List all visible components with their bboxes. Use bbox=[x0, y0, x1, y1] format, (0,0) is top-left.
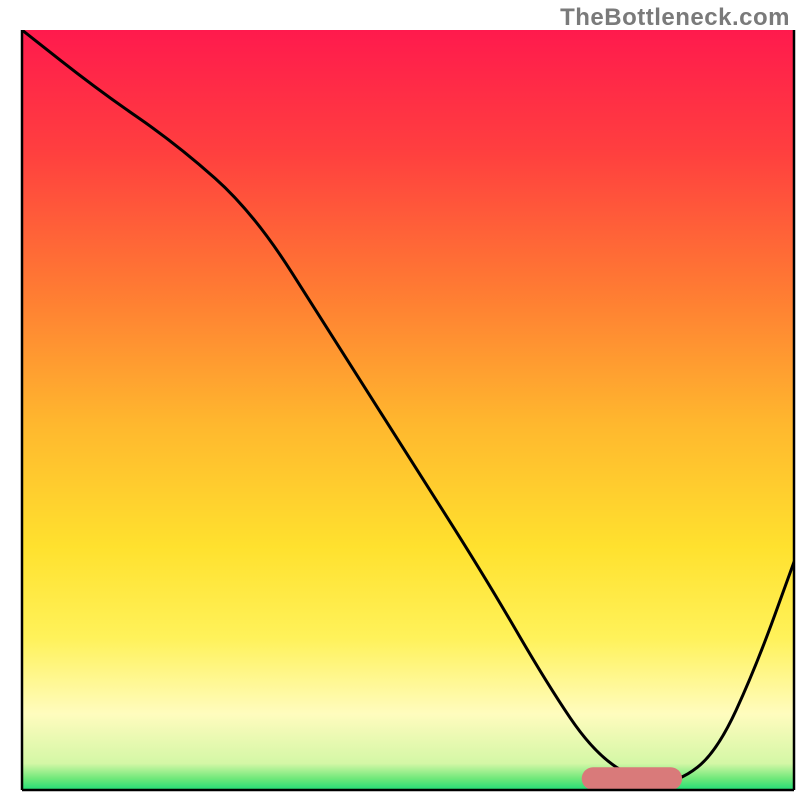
optimum-marker bbox=[582, 767, 682, 790]
plot-background bbox=[22, 30, 794, 790]
chart-container: TheBottleneck.com bbox=[0, 0, 800, 800]
watermark-text: TheBottleneck.com bbox=[560, 4, 790, 32]
chart-svg bbox=[0, 0, 800, 800]
